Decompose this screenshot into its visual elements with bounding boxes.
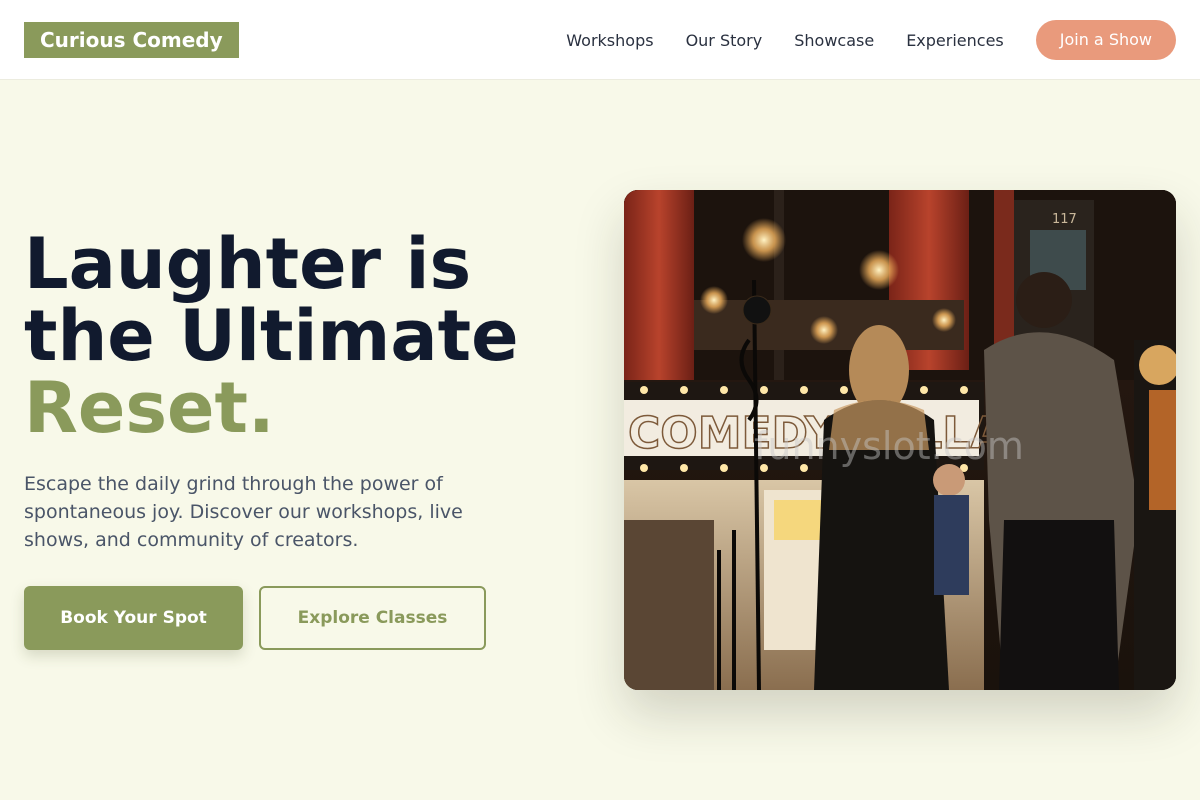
nav-link-workshops[interactable]: Workshops [566, 31, 653, 50]
hero-title: Laughter is the Ultimate Reset. [24, 228, 519, 444]
join-show-button[interactable]: Join a Show [1035, 20, 1176, 60]
explore-classes-button[interactable]: Explore Classes [259, 586, 486, 650]
logo[interactable]: Curious Comedy [24, 22, 239, 58]
main-nav: Workshops Our Story Showcase Experiences… [566, 20, 1176, 60]
hero-title-accent: Reset. [24, 367, 275, 449]
hero-photo: 117 COMEDY CELLAR funnyslot.com [624, 190, 1176, 690]
nav-link-our-story[interactable]: Our Story [686, 31, 763, 50]
nav-link-experiences[interactable]: Experiences [906, 31, 1004, 50]
site-header: Curious Comedy Workshops Our Story Showc… [0, 0, 1200, 80]
hero-subtitle: Escape the daily grind through the power… [24, 473, 463, 551]
hero-title-line-1: Laughter is [24, 223, 472, 305]
door-number: 117 [1052, 212, 1077, 227]
book-your-spot-button[interactable]: Book Your Spot [24, 586, 243, 650]
nav-link-showcase[interactable]: Showcase [794, 31, 874, 50]
hero-title-line-2: the Ultimate [24, 295, 519, 377]
comedy-club-photo: 117 COMEDY CELLAR [624, 190, 1176, 690]
